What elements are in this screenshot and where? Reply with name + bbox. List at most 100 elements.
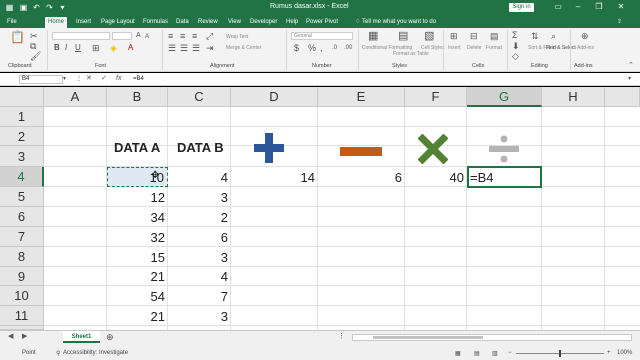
tab-developer[interactable]: Developer: [247, 17, 280, 28]
increase-decimal-icon[interactable]: .0: [332, 43, 337, 53]
zoom-in-icon[interactable]: +: [607, 350, 611, 356]
expand-formula-bar-icon[interactable]: ▾: [628, 74, 631, 84]
redo-icon[interactable]: ↷: [44, 2, 55, 13]
collapse-ribbon-icon[interactable]: ⌃: [628, 61, 634, 71]
comma-icon[interactable]: ,: [320, 43, 323, 53]
copy-icon[interactable]: ⧉: [30, 41, 36, 51]
insert-function-icon[interactable]: fx: [116, 74, 121, 84]
cell-c8[interactable]: 3: [168, 250, 228, 265]
tell-me-search[interactable]: Tell me what you want to do: [359, 17, 439, 28]
save-icon[interactable]: ▣: [18, 2, 29, 13]
find-select-button[interactable]: Find & Select: [546, 45, 576, 51]
underline-icon[interactable]: U: [75, 43, 81, 53]
cell-d4[interactable]: 14: [231, 170, 315, 185]
share-icon[interactable]: ⇪: [614, 17, 625, 28]
cell-b5[interactable]: 12: [107, 190, 165, 205]
autosum-icon[interactable]: Σ: [512, 30, 518, 40]
zoom-out-icon[interactable]: −: [508, 350, 512, 356]
align-bottom-icon[interactable]: ≡: [192, 31, 197, 41]
font-name-box[interactable]: [52, 32, 110, 40]
name-box[interactable]: B4: [19, 75, 63, 84]
zoom-slider[interactable]: [516, 350, 604, 357]
format-cells-button[interactable]: Format: [486, 45, 502, 51]
insert-cells-icon[interactable]: ⊞: [450, 31, 458, 41]
add-ins-icon[interactable]: ⊕: [581, 31, 589, 41]
worksheet-grid[interactable]: A B C D E F G H 1 2 3 4 5 6 7 8 9 10 11 …: [0, 87, 640, 330]
increase-font-icon[interactable]: A: [136, 31, 141, 41]
cell-c9[interactable]: 4: [168, 269, 228, 284]
tab-view[interactable]: View: [225, 17, 244, 28]
cell-e4[interactable]: 6: [318, 170, 402, 185]
bold-icon[interactable]: B: [54, 43, 60, 53]
row-header-11[interactable]: 11: [0, 306, 44, 326]
sign-in-button[interactable]: Sign in: [509, 3, 534, 12]
sort-filter-icon[interactable]: ⇅: [531, 31, 539, 41]
tab-power-pivot[interactable]: Power Pivot: [303, 17, 341, 28]
tab-file[interactable]: File: [4, 17, 20, 28]
cancel-entry-icon[interactable]: ✕: [86, 74, 92, 84]
normal-view-icon[interactable]: ▦: [455, 350, 461, 357]
column-header-g[interactable]: G: [467, 87, 542, 107]
column-header-a[interactable]: A: [44, 87, 107, 107]
cell-b6[interactable]: 34: [107, 210, 165, 225]
zoom-slider-thumb[interactable]: [559, 350, 561, 357]
cell-g4-formula[interactable]: =B4: [470, 170, 494, 185]
clear-icon[interactable]: ◇: [512, 51, 519, 61]
row-header-3[interactable]: 3: [0, 146, 44, 167]
accessibility-status[interactable]: Accessibility: Investigate: [63, 350, 128, 356]
tab-review[interactable]: Review: [195, 17, 221, 28]
sheet-tab-sheet1[interactable]: Sheet1: [63, 331, 100, 343]
percent-icon[interactable]: %: [308, 43, 316, 53]
close-icon[interactable]: ✕: [614, 1, 628, 13]
number-format-box[interactable]: General: [291, 32, 353, 40]
cell-c10[interactable]: 7: [168, 289, 228, 304]
cell-b11[interactable]: 21: [107, 309, 165, 324]
minimize-icon[interactable]: –: [571, 1, 585, 13]
scroll-options-icon[interactable]: ⋮: [338, 332, 345, 342]
format-as-table-button[interactable]: Format as Table: [393, 51, 429, 57]
find-select-icon[interactable]: ⌕: [551, 31, 556, 41]
confirm-entry-icon[interactable]: ✓: [101, 74, 107, 84]
maximize-icon[interactable]: ❐: [592, 1, 606, 13]
row-header-10[interactable]: 10: [0, 286, 44, 306]
row-header-5[interactable]: 5: [0, 187, 44, 207]
row-header-6[interactable]: 6: [0, 207, 44, 227]
horizontal-scrollbar[interactable]: [352, 334, 632, 341]
scrollbar-thumb[interactable]: [373, 336, 483, 339]
column-header-b[interactable]: B: [107, 87, 168, 107]
font-color-icon[interactable]: A: [128, 43, 133, 53]
more-options-icon[interactable]: ⋮: [76, 74, 82, 84]
borders-icon[interactable]: ⊞: [92, 43, 100, 53]
prev-sheet-icon[interactable]: ◀: [8, 332, 13, 342]
column-header-f[interactable]: F: [405, 87, 467, 107]
row-header-9[interactable]: 9: [0, 267, 44, 286]
formula-input[interactable]: =B4: [133, 76, 144, 82]
quick-access-more-icon[interactable]: ▾: [57, 2, 68, 13]
row-header-7[interactable]: 7: [0, 227, 44, 247]
cell-c7[interactable]: 6: [168, 230, 228, 245]
insert-cells-button[interactable]: Insert: [448, 45, 461, 51]
delete-cells-icon[interactable]: ⊟: [470, 31, 478, 41]
indent-icon[interactable]: ⇥: [206, 43, 214, 53]
undo-icon[interactable]: ↶: [31, 2, 42, 13]
tab-page-layout[interactable]: Page Layout: [98, 17, 138, 28]
tab-home[interactable]: Home: [45, 17, 68, 28]
fill-color-icon[interactable]: ◈: [110, 43, 117, 53]
zoom-level[interactable]: 100%: [617, 350, 632, 356]
name-box-dropdown-icon[interactable]: ▾: [63, 74, 66, 84]
tab-data[interactable]: Data: [173, 17, 192, 28]
wrap-text-button[interactable]: Wrap Text: [226, 34, 248, 40]
cell-c11[interactable]: 3: [168, 309, 228, 324]
column-header-c[interactable]: C: [168, 87, 231, 107]
row-header-4[interactable]: 4: [0, 167, 44, 187]
cell-b9[interactable]: 21: [107, 269, 165, 284]
cell-styles-icon[interactable]: ▧: [424, 31, 434, 42]
decrease-decimal-icon[interactable]: .00: [344, 43, 352, 53]
ribbon-display-icon[interactable]: ▭: [551, 1, 565, 13]
row-header-8[interactable]: 8: [0, 247, 44, 267]
tab-insert[interactable]: Insert: [73, 17, 94, 28]
row-header-1[interactable]: 1: [0, 107, 44, 127]
column-header-e[interactable]: E: [318, 87, 405, 107]
tab-help[interactable]: Help: [283, 17, 301, 28]
cell-c2-header[interactable]: DATA B: [177, 140, 224, 155]
